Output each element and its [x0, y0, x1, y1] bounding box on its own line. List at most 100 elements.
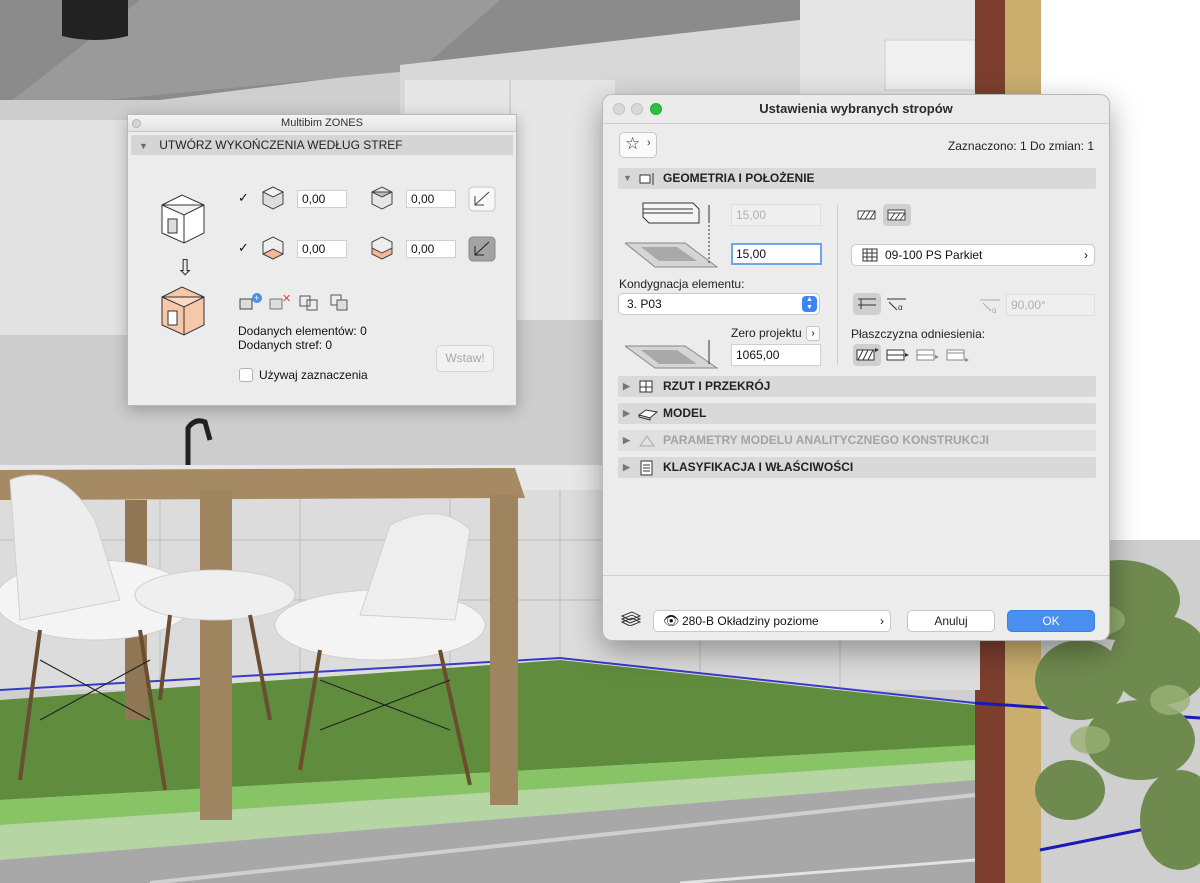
dialog-titlebar[interactable]: Ustawienia wybranych stropów	[603, 95, 1109, 123]
close-icon[interactable]	[132, 119, 141, 128]
minimize-window-icon[interactable]	[631, 103, 643, 115]
footer-divider	[603, 575, 1109, 576]
expanded-triangle-icon: ▼	[623, 173, 632, 183]
edge-perpendicular-button[interactable]	[853, 293, 881, 315]
use-selection-label: Używaj zaznaczenia	[259, 368, 368, 382]
floor-box-icon	[371, 186, 393, 210]
added-elements-text: Dodanych elementów: 0	[238, 324, 367, 338]
model-icon	[638, 409, 658, 421]
edge-angled-button[interactable]: α	[883, 293, 911, 315]
settings-geometry-active-icon[interactable]	[468, 236, 496, 262]
chevron-right-icon: ›	[647, 137, 651, 149]
material-value: 09-100 PS Parkiet	[885, 248, 983, 262]
svg-text:α: α	[898, 303, 903, 312]
add-zone-icon[interactable]: +	[238, 292, 264, 312]
structure-composite-button[interactable]	[883, 204, 911, 226]
collapsed-triangle-icon: ▶	[623, 408, 630, 418]
titlebar-divider	[603, 123, 1109, 124]
analytical-model-icon	[639, 435, 655, 447]
palette-titlebar[interactable]: Multibim ZONES	[128, 115, 516, 132]
section-plan-section[interactable]: ▶ RZUT I PRZEKRÓJ	[618, 376, 1096, 397]
reference-core-top-button[interactable]	[883, 344, 911, 366]
layers-icon	[620, 611, 642, 626]
zone-to-finish-illustration-icon: ⇩	[161, 194, 205, 336]
use-selection-checkbox[interactable]	[239, 368, 253, 382]
edge-perpendicular-icon	[858, 298, 876, 309]
svg-text:+: +	[254, 293, 259, 303]
collapsed-triangle-icon: ▶	[623, 381, 630, 391]
story-value: 3. P03	[627, 297, 662, 311]
added-zones-text: Dodanych stref: 0	[238, 338, 333, 352]
section-geometry-label: GEOMETRIA I POŁOŻENIE	[663, 171, 815, 185]
bottom-finish-checkbox[interactable]: ✓	[238, 241, 250, 254]
slab-thickness-illustration-icon	[625, 202, 719, 268]
angle-icon: α	[980, 299, 1000, 315]
hatch-basic-icon	[857, 210, 876, 220]
reference-plane-label: Płaszczyzna odniesienia:	[851, 327, 986, 341]
svg-text:α: α	[992, 306, 997, 315]
ceiling-finish-icon	[261, 186, 285, 210]
cancel-button[interactable]: Anuluj	[907, 610, 995, 632]
dialog-title: Ustawienia wybranych stropów	[759, 101, 953, 116]
collapsed-triangle-icon: ▶	[623, 435, 630, 445]
remove-zone-icon[interactable]: ✕	[268, 292, 294, 312]
reference-bottom-icon	[946, 349, 969, 362]
parquet-pattern-icon	[862, 248, 878, 262]
reference-core-bottom-icon	[916, 349, 939, 361]
updown-chevron-icon: ▲ ▼	[802, 296, 817, 312]
reference-bottom-button[interactable]	[943, 344, 971, 366]
wall-offset-field[interactable]: 0,00	[406, 190, 456, 208]
star-icon: ☆	[625, 134, 641, 153]
section-analytical[interactable]: ▶ PARAMETRY MODELU ANALITYCZNEGO KONSTRU…	[618, 430, 1096, 451]
svg-text:⇩: ⇩	[176, 256, 194, 281]
reference-chevron-icon[interactable]: ›	[806, 326, 820, 341]
section-geometry[interactable]: ▼ GEOMETRIA I POŁOŻENIE	[618, 168, 1096, 189]
layer-value: 280-B Okładziny poziome	[682, 614, 819, 628]
eye-icon: 👁	[663, 613, 680, 628]
thickness-field[interactable]: 15,00	[731, 243, 822, 265]
palette-section-title: UTWÓRZ WYKOŃCZENIA WEDŁUG STREF	[159, 138, 403, 152]
section-classification[interactable]: ▶ KLASYFIKACJA I WŁAŚCIWOŚCI	[618, 457, 1096, 478]
angle-field[interactable]: 90,00°	[1006, 294, 1095, 316]
ok-button[interactable]: OK	[1007, 610, 1095, 632]
select-elements-icon[interactable]	[298, 292, 322, 312]
skirting-offset-field[interactable]: 0,00	[406, 240, 456, 258]
material-select[interactable]: 09-100 PS Parkiet ›	[851, 244, 1095, 266]
zoom-window-icon[interactable]	[650, 103, 662, 115]
multibim-zones-palette: Multibim ZONES ▼ UTWÓRZ WYKOŃCZENIA WEDŁ…	[127, 114, 517, 406]
skirting-finish-icon	[371, 236, 393, 260]
select-zones-icon[interactable]	[328, 292, 352, 312]
palette-section-header[interactable]: ▼ UTWÓRZ WYKOŃCZENIA WEDŁUG STREF	[131, 135, 513, 155]
top-finish-checkbox[interactable]: ✓	[238, 191, 250, 204]
zero-project-label: Zero projektu	[731, 326, 802, 340]
reference-core-top-icon	[886, 349, 909, 361]
layer-select[interactable]: 👁 280-B Okładziny poziome ›	[653, 610, 891, 632]
floor-plan-icon	[639, 380, 653, 393]
structure-basic-button[interactable]	[853, 204, 881, 226]
disclosure-triangle-icon[interactable]: ▼	[139, 141, 148, 151]
section-model[interactable]: ▶ MODEL	[618, 403, 1096, 424]
elevation-field[interactable]: 1065,00	[731, 344, 821, 366]
hatch-composite-icon	[887, 209, 906, 221]
reference-core-bottom-button[interactable]	[913, 344, 941, 366]
insert-button[interactable]: Wstaw!	[436, 345, 494, 372]
edge-angled-icon: α	[887, 298, 906, 312]
story-select[interactable]: 3. P03 ▲ ▼	[618, 293, 820, 315]
column-divider	[837, 205, 838, 365]
slab-settings-dialog: Ustawienia wybranych stropów ☆ › Zaznacz…	[602, 94, 1110, 641]
reference-top-button[interactable]	[853, 344, 881, 366]
top-offset-field[interactable]: 15,00	[731, 204, 821, 226]
ceiling-offset-field[interactable]: 0,00	[297, 190, 347, 208]
palette-title: Multibim ZONES	[281, 117, 363, 129]
story-label: Kondygnacja elementu:	[619, 277, 745, 291]
collapsed-triangle-icon: ▶	[623, 462, 630, 472]
settings-geometry-icon[interactable]	[468, 186, 496, 212]
favorites-button[interactable]: ☆ ›	[619, 132, 657, 158]
document-icon	[640, 460, 653, 476]
chevron-right-icon: ›	[880, 614, 884, 628]
selection-info: Zaznaczono: 1 Do zmian: 1	[947, 139, 1094, 153]
floor-offset-field[interactable]: 0,00	[297, 240, 347, 258]
close-window-icon[interactable]	[613, 103, 625, 115]
section-model-label: MODEL	[663, 406, 707, 420]
reference-top-icon	[856, 348, 879, 361]
